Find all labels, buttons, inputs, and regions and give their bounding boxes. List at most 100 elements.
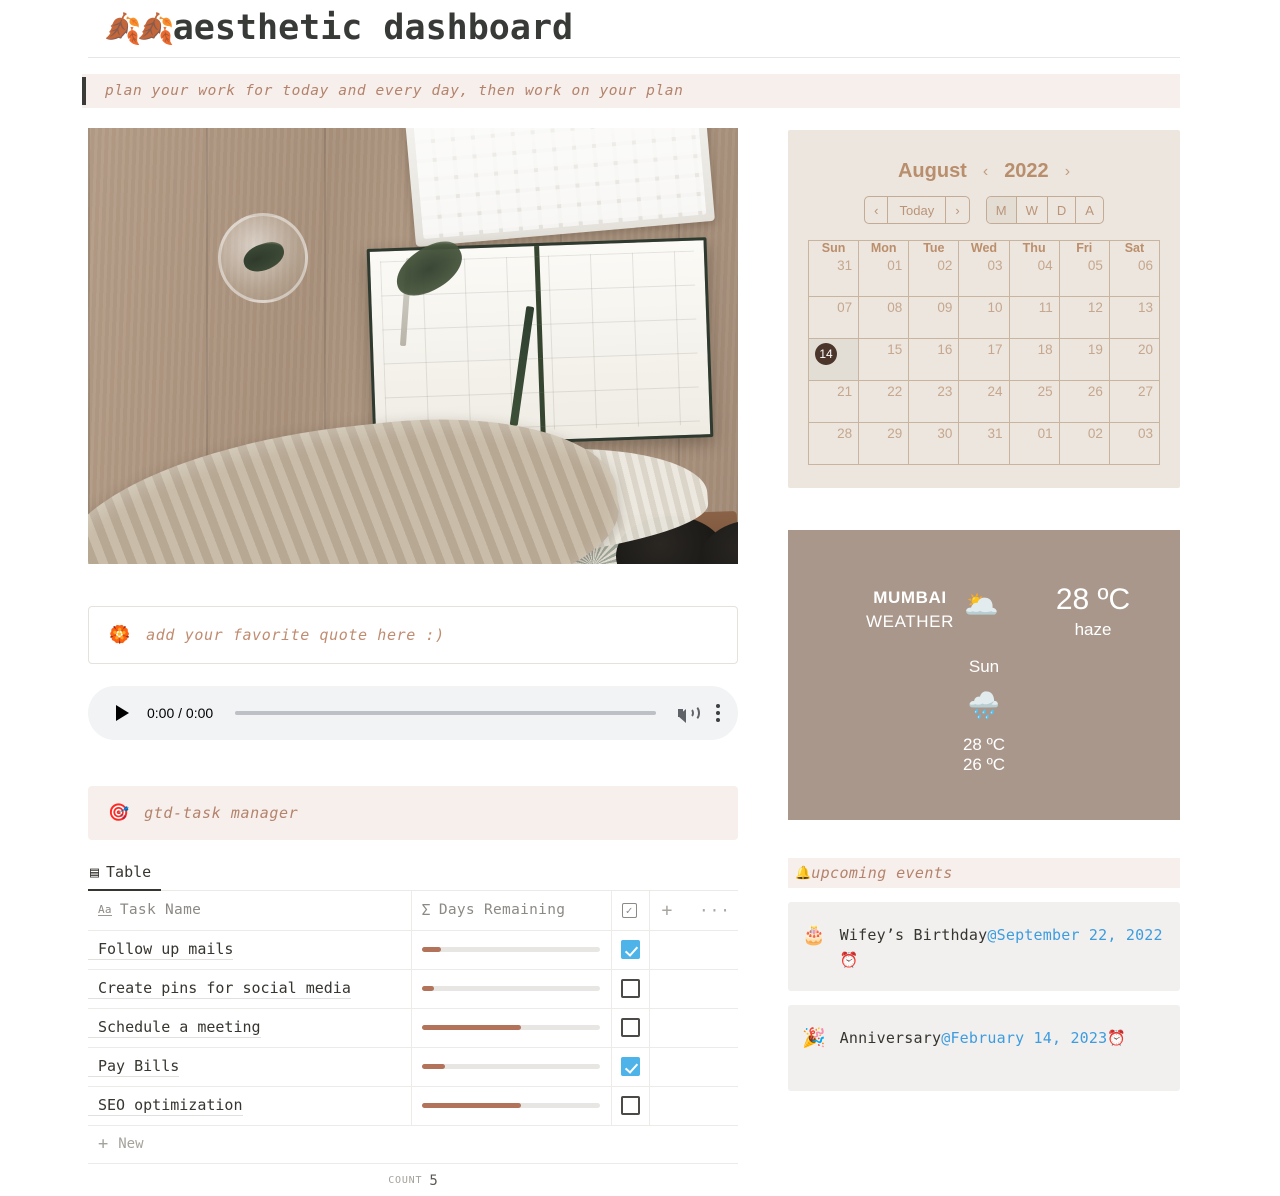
calendar-day-cell[interactable]: 29 xyxy=(859,423,910,465)
table-tabs: ▤ Table xyxy=(88,862,738,891)
calendar-day-number: 24 xyxy=(987,384,1003,399)
upcoming-events-list: 🎂 Wifey’s Birthday@September 22, 2022 ⏰ 🎉 An… xyxy=(788,902,1180,1091)
task-spacer-cell-2 xyxy=(687,1086,738,1126)
column-checkbox[interactable]: ✓ xyxy=(611,891,650,931)
audio-more-options-icon[interactable] xyxy=(716,704,720,722)
task-checkbox[interactable] xyxy=(620,1018,640,1037)
calendar-day-cell[interactable]: 16 xyxy=(909,339,960,381)
calendar-day-cell[interactable]: 31 xyxy=(809,255,860,297)
calendar-day-number: 31 xyxy=(837,258,853,273)
calendar-day-cell[interactable]: 21 xyxy=(809,381,860,423)
calendar-day-cell[interactable]: 02 xyxy=(909,255,960,297)
calendar-prev-button[interactable]: ‹ xyxy=(865,197,889,223)
calendar-day-cell[interactable]: 03 xyxy=(959,255,1010,297)
days-remaining-cell[interactable] xyxy=(411,930,612,970)
calendar-day-cell[interactable]: 12 xyxy=(1059,297,1110,339)
calendar-day-cell[interactable]: 10 xyxy=(959,297,1010,339)
task-name-cell[interactable]: SEO optimization xyxy=(88,1086,412,1126)
play-icon[interactable] xyxy=(116,705,129,721)
task-checkbox-cell[interactable] xyxy=(611,1086,650,1126)
event-card[interactable]: 🎉 Anniversary@February 14, 2023⏰ xyxy=(788,1005,1180,1091)
calendar-next-year-icon[interactable]: › xyxy=(1065,163,1070,181)
calendar-day-cell[interactable]: 31 xyxy=(959,423,1010,465)
calendar-day-cell[interactable]: 05 xyxy=(1059,255,1110,297)
calendar-day-cell[interactable]: 22 xyxy=(859,381,910,423)
calendar-view-m[interactable]: M xyxy=(986,197,1017,223)
calendar-day-cell[interactable]: 01 xyxy=(859,255,910,297)
task-name-text: Create pins for social media xyxy=(88,978,351,999)
event-date[interactable]: @September 22, 2022 xyxy=(987,926,1162,944)
calendar-day-cell[interactable]: 03 xyxy=(1109,423,1160,465)
weather-widget: MUMBAI WEATHER 🌥️ 28 ºC haze Sun 🌧️ 28 º… xyxy=(788,530,1180,820)
calendar-day-number: 22 xyxy=(887,384,903,399)
calendar-view-w[interactable]: W xyxy=(1017,197,1048,223)
task-name-cell[interactable]: Schedule a meeting xyxy=(88,1008,412,1048)
new-task-row[interactable]: + New xyxy=(88,1126,738,1164)
calendar-day-number: 17 xyxy=(987,342,1003,357)
tab-table[interactable]: ▤ Table xyxy=(88,863,162,891)
calendar-day-cell[interactable]: 11 xyxy=(1009,297,1060,339)
task-name-cell[interactable]: Create pins for social media xyxy=(88,969,412,1009)
audio-progress-track[interactable] xyxy=(235,711,656,715)
task-checkbox[interactable] xyxy=(620,1057,640,1076)
days-remaining-cell[interactable] xyxy=(411,1008,612,1048)
task-checkbox-cell[interactable] xyxy=(611,1047,650,1087)
volume-icon[interactable] xyxy=(678,703,700,723)
calendar-day-cell[interactable]: 19 xyxy=(1059,339,1110,381)
calendar-day-cell[interactable]: 09 xyxy=(909,297,960,339)
calendar-prev-year-icon[interactable]: ‹ xyxy=(983,163,988,181)
audio-player[interactable]: 0:00 / 0:00 xyxy=(88,686,738,740)
column-task-name[interactable]: Aa Task Name xyxy=(88,891,412,931)
task-checkbox-cell[interactable] xyxy=(611,969,650,1009)
days-remaining-cell[interactable] xyxy=(411,969,612,1009)
calendar-day-cell[interactable]: 15 xyxy=(859,339,910,381)
favorite-quote-input[interactable]: 🏵️ add your favorite quote here :) xyxy=(88,606,738,664)
calendar-day-number: 20 xyxy=(1137,342,1153,357)
table-options-button[interactable]: ··· xyxy=(687,891,738,931)
calendar-day-cell[interactable]: 13 xyxy=(1109,297,1160,339)
calendar-day-cell[interactable]: 02 xyxy=(1059,423,1110,465)
calendar-day-cell[interactable]: 25 xyxy=(1009,381,1060,423)
task-name-cell[interactable]: Follow up mails xyxy=(88,930,412,970)
calendar-day-cell[interactable]: 30 xyxy=(909,423,960,465)
calendar-day-today[interactable]: 14 xyxy=(809,339,860,381)
progress-track xyxy=(421,947,600,952)
calendar-day-cell[interactable]: 04 xyxy=(1009,255,1060,297)
task-name-cell[interactable]: Pay Bills xyxy=(88,1047,412,1087)
calendar-weekday-sun: Sun xyxy=(809,241,860,255)
calendar-day-cell[interactable]: 01 xyxy=(1009,423,1060,465)
task-checkbox[interactable] xyxy=(620,1096,640,1115)
calendar-view-a[interactable]: A xyxy=(1076,197,1103,223)
calendar-weekday-fri: Fri xyxy=(1060,241,1110,255)
task-checkbox[interactable] xyxy=(620,940,640,959)
calendar-day-cell[interactable]: 20 xyxy=(1109,339,1160,381)
task-name-text: SEO optimization xyxy=(88,1095,243,1116)
calendar-day-cell[interactable]: 27 xyxy=(1109,381,1160,423)
calendar-next-button[interactable]: › xyxy=(946,197,968,223)
calendar-day-cell[interactable]: 08 xyxy=(859,297,910,339)
calendar-day-cell[interactable]: 26 xyxy=(1059,381,1110,423)
calendar-day-number: 12 xyxy=(1087,300,1103,315)
calendar-day-cell[interactable]: 07 xyxy=(809,297,860,339)
calendar-day-cell[interactable]: 23 xyxy=(909,381,960,423)
column-days-remaining-label: Days Remaining xyxy=(438,902,566,919)
column-days-remaining[interactable]: Σ Days Remaining xyxy=(411,891,612,931)
calendar-day-number: 29 xyxy=(887,426,903,441)
calendar-day-number: 26 xyxy=(1087,384,1103,399)
task-checkbox[interactable] xyxy=(620,979,640,998)
calendar-day-cell[interactable]: 24 xyxy=(959,381,1010,423)
calendar-today-button[interactable]: Today xyxy=(888,197,947,223)
calendar-day-cell[interactable]: 17 xyxy=(959,339,1010,381)
days-remaining-cell[interactable] xyxy=(411,1086,612,1126)
calendar-day-cell[interactable]: 18 xyxy=(1009,339,1060,381)
calendar-day-number: 02 xyxy=(937,258,953,273)
calendar-day-cell[interactable]: 06 xyxy=(1109,255,1160,297)
add-column-button[interactable]: + xyxy=(649,891,687,931)
days-remaining-cell[interactable] xyxy=(411,1047,612,1087)
task-checkbox-cell[interactable] xyxy=(611,1008,650,1048)
event-date[interactable]: @February 14, 2023 xyxy=(941,1029,1107,1047)
calendar-view-d[interactable]: D xyxy=(1048,197,1077,223)
event-card[interactable]: 🎂 Wifey’s Birthday@September 22, 2022 ⏰ xyxy=(788,902,1180,991)
calendar-day-cell[interactable]: 28 xyxy=(809,423,860,465)
task-checkbox-cell[interactable] xyxy=(611,930,650,970)
